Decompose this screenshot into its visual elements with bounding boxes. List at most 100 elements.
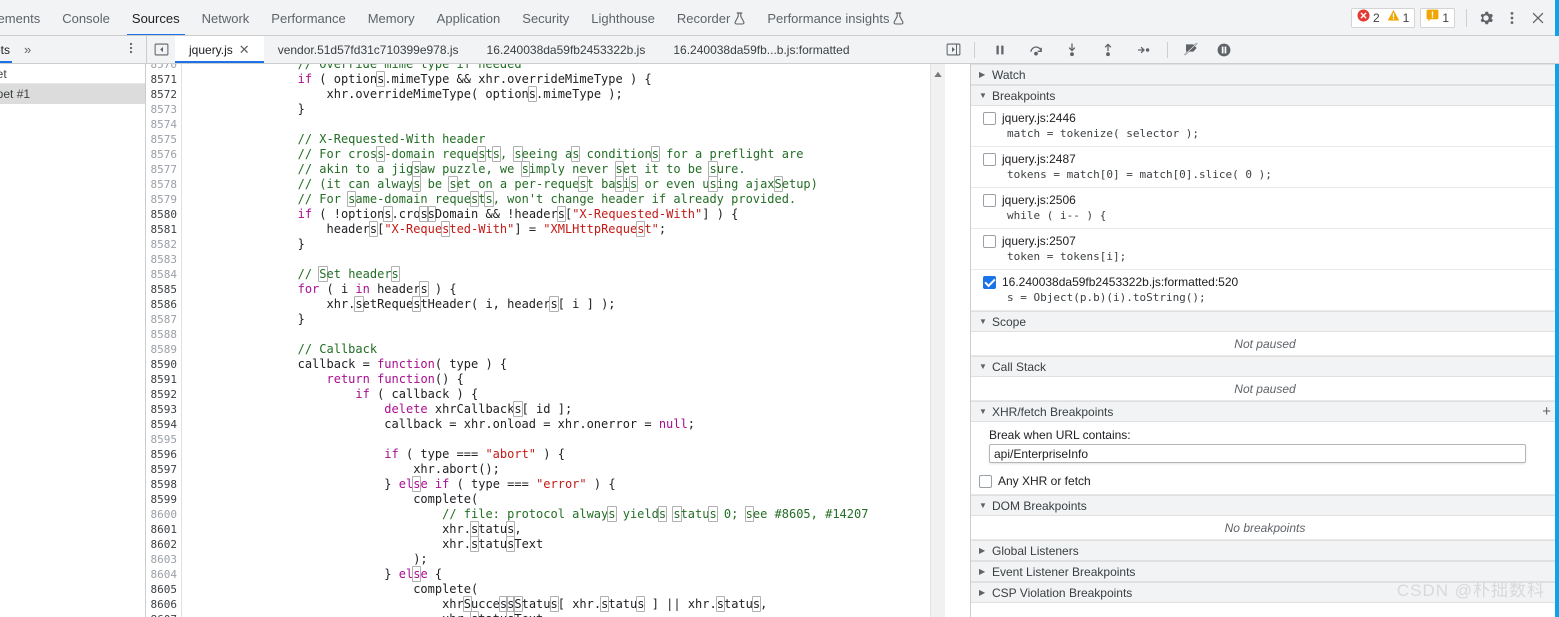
line-number[interactable]: 8570: [151, 64, 178, 72]
breakpoint-list-item[interactable]: jquery.js:2507 token = tokens[i];: [971, 229, 1559, 270]
code-line[interactable]: callback = xhr.onload = xhr.onerror = nu…: [182, 417, 695, 432]
file-tab-vendor-js[interactable]: vendor.51d57fd31c710399e978.js: [264, 36, 473, 63]
sidebar-section-dom-breakpoints[interactable]: ▼ DOM Breakpoints: [971, 495, 1559, 516]
line-number[interactable]: 8580: [151, 207, 178, 222]
line-number[interactable]: 8592: [151, 387, 178, 402]
code-line[interactable]: if ( type === "abort" ) {: [182, 447, 565, 462]
sidebar-section-breakpoints[interactable]: ▼ Breakpoints: [971, 85, 1559, 106]
code-content[interactable]: // Override mime type if needed if ( opt…: [182, 64, 945, 617]
code-line[interactable]: xhr.abort();: [182, 462, 500, 477]
code-line[interactable]: xhrSuccessStatus[ xhr.status ] || xhr.st…: [182, 596, 767, 612]
tab-console[interactable]: Console: [51, 0, 121, 35]
code-line[interactable]: xhr.setRequestHeader( i, headers[ i ] );: [182, 296, 616, 312]
file-tab-jquery-js[interactable]: jquery.js ✕: [175, 36, 264, 63]
line-number[interactable]: 8593: [151, 402, 178, 417]
tab-network[interactable]: Network: [191, 0, 261, 35]
xhr-break-url-input[interactable]: [989, 444, 1526, 463]
pause-on-exceptions-icon[interactable]: [1211, 37, 1237, 63]
line-number[interactable]: 8571: [151, 72, 178, 87]
navigator-more-icon[interactable]: [124, 41, 138, 58]
line-number[interactable]: 8598: [151, 477, 178, 492]
tab-sources[interactable]: Sources: [121, 0, 191, 35]
sidebar-section-call-stack[interactable]: ▼ Call Stack: [971, 356, 1559, 377]
line-number[interactable]: 8595: [151, 432, 178, 447]
code-line[interactable]: complete(: [182, 582, 478, 597]
tab-performance-insights[interactable]: Performance insights: [756, 0, 915, 35]
code-line[interactable]: complete(: [182, 492, 478, 507]
kebab-menu-icon[interactable]: [1499, 5, 1525, 31]
line-number[interactable]: 8579: [151, 192, 178, 207]
code-line[interactable]: xhr.statusText,: [182, 611, 550, 617]
sidebar-section-scope[interactable]: ▼ Scope: [971, 311, 1559, 332]
code-line[interactable]: );: [182, 552, 427, 567]
navigator-item-snippet-1[interactable]: ppet #1: [0, 84, 145, 104]
step-over-icon[interactable]: [1023, 37, 1049, 63]
sidebar-section-global-listeners[interactable]: ▶ Global Listeners: [971, 540, 1559, 561]
line-number[interactable]: 8606: [151, 597, 178, 612]
line-number[interactable]: 8586: [151, 297, 178, 312]
line-number[interactable]: 8599: [151, 492, 178, 507]
line-number[interactable]: 8573: [151, 102, 178, 117]
file-tab-chunk-js-formatted[interactable]: 16.240038da59fb...b.js:formatted: [659, 36, 863, 63]
pause-icon[interactable]: [987, 37, 1013, 63]
add-xhr-breakpoint-icon[interactable]: +: [1542, 404, 1551, 419]
code-line[interactable]: xhr.status,: [182, 521, 522, 537]
code-line[interactable]: delete xhrCallbacks[ id ];: [182, 401, 572, 417]
code-line[interactable]: if ( callback ) {: [182, 387, 478, 402]
step-into-icon[interactable]: [1059, 37, 1085, 63]
code-line[interactable]: } else {: [182, 566, 442, 582]
line-number[interactable]: 8574: [151, 117, 178, 132]
line-number[interactable]: 8575: [151, 132, 178, 147]
gear-icon[interactable]: [1473, 5, 1499, 31]
tab-application[interactable]: Application: [426, 0, 512, 35]
line-number[interactable]: 8588: [151, 327, 178, 342]
error-warning-counter[interactable]: 2 1: [1350, 7, 1416, 28]
deactivate-breakpoints-icon[interactable]: [1178, 37, 1204, 63]
code-line[interactable]: // (it can always be set on a per-reques…: [182, 176, 818, 192]
code-line[interactable]: // For same-domain requests, won't chang…: [182, 191, 796, 207]
show-debugger-sidebar-icon[interactable]: [940, 37, 966, 63]
code-line[interactable]: // Callback: [182, 342, 377, 357]
line-number[interactable]: 8594: [151, 417, 178, 432]
code-editor[interactable]: 8570 8571 8572 8573 8574 8575 8576 8577 8578 8579…: [146, 64, 945, 617]
code-line[interactable]: callback = function( type ) {: [182, 357, 508, 372]
sidebar-section-watch[interactable]: ▶ Watch: [971, 64, 1559, 85]
tab-security[interactable]: Security: [511, 0, 580, 35]
code-line[interactable]: // Override mime type if needed: [182, 64, 522, 72]
line-number[interactable]: 8603: [151, 552, 178, 567]
chevron-double-right-icon[interactable]: »: [16, 42, 39, 57]
code-line[interactable]: if ( !options.crossDomain && !headers["X…: [182, 206, 738, 222]
line-number[interactable]: 8584: [151, 267, 178, 282]
step-icon[interactable]: [1131, 37, 1157, 63]
line-number[interactable]: 8605: [151, 582, 178, 597]
scroll-up-arrow-icon[interactable]: [934, 67, 943, 81]
line-number[interactable]: 8583: [151, 252, 178, 267]
breakpoint-list-item[interactable]: jquery.js:2446 match = tokenize( selecto…: [971, 106, 1559, 147]
code-line[interactable]: xhr.statusText: [182, 536, 543, 552]
tab-memory[interactable]: Memory: [357, 0, 426, 35]
sidebar-section-csp-violation-breakpoints[interactable]: ▶ CSP Violation Breakpoints: [971, 582, 1559, 603]
show-navigator-icon[interactable]: [147, 36, 175, 63]
sidebar-section-event-listener-breakpoints[interactable]: ▶ Event Listener Breakpoints: [971, 561, 1559, 582]
tab-recorder[interactable]: Recorder: [666, 0, 756, 35]
line-number[interactable]: 8589: [151, 342, 178, 357]
code-line[interactable]: }: [182, 102, 305, 117]
line-number-gutter[interactable]: 8570 8571 8572 8573 8574 8575 8576 8577 8578 8579…: [146, 64, 182, 617]
issues-counter[interactable]: 1: [1420, 7, 1455, 28]
breakpoint-checkbox[interactable]: [983, 112, 996, 125]
breakpoint-checkbox[interactable]: [983, 235, 996, 248]
any-xhr-checkbox[interactable]: [979, 475, 992, 488]
tab-elements[interactable]: Elements: [0, 0, 51, 35]
code-line[interactable]: // Set headers: [182, 266, 400, 282]
line-number[interactable]: 8600: [151, 507, 178, 522]
code-line[interactable]: xhr.overrideMimeType( options.mimeType )…: [182, 86, 623, 102]
line-number[interactable]: 8607: [151, 612, 178, 617]
code-line[interactable]: // akin to a jigsaw puzzle, we simply ne…: [182, 161, 746, 177]
any-xhr-or-fetch-row[interactable]: Any XHR or fetch: [971, 468, 1559, 495]
breakpoint-checkbox[interactable]: [983, 194, 996, 207]
close-icon[interactable]: ✕: [239, 43, 250, 56]
code-line[interactable]: // For cross-domain requests, seeing as …: [182, 146, 803, 162]
code-line[interactable]: // file: protocol always yields status 0…: [182, 506, 868, 522]
file-tab-chunk-js[interactable]: 16.240038da59fb2453322b.js: [473, 36, 660, 63]
code-line[interactable]: return function() {: [182, 372, 464, 387]
